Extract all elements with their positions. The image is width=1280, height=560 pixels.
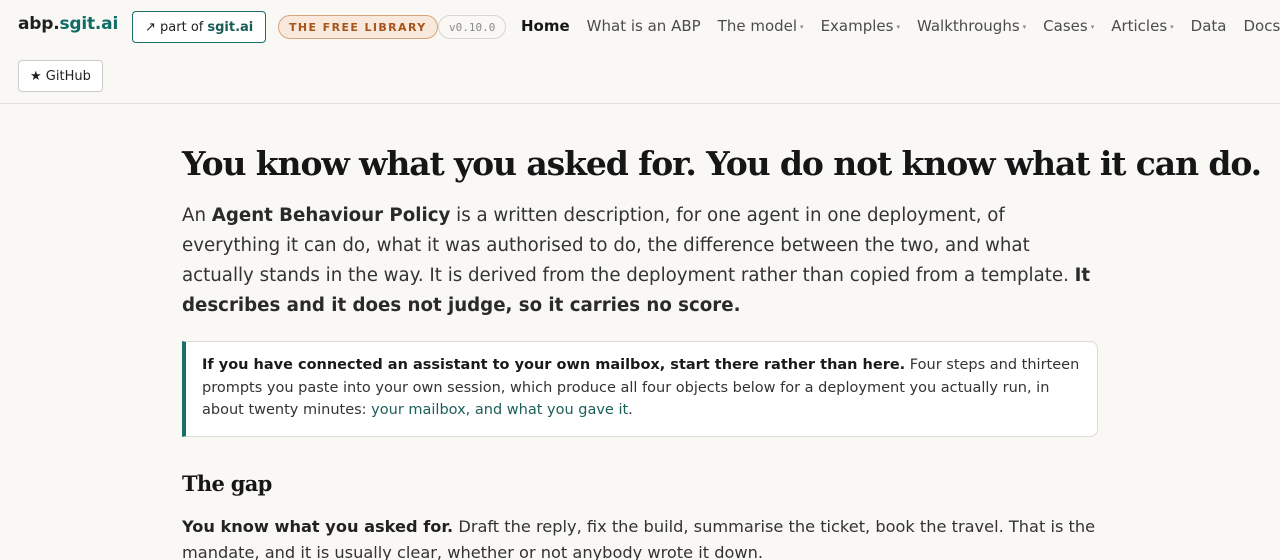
brand-accent: sgit.ai bbox=[59, 14, 119, 34]
nav-item-label: Walkthroughs bbox=[916, 17, 1020, 35]
chevron-down-icon: ▾ bbox=[1022, 23, 1027, 31]
page-title: You know what you asked for. You do not … bbox=[182, 144, 1262, 183]
nav-item-label: Home bbox=[521, 17, 570, 35]
nav-item-cases[interactable]: Cases ▾ bbox=[1043, 17, 1094, 35]
nav-item-data[interactable]: Data bbox=[1191, 17, 1227, 35]
chevron-down-icon: ▾ bbox=[800, 23, 804, 31]
github-button[interactable]: ★ GitHub bbox=[18, 60, 103, 92]
version-badge: v0.10.0 bbox=[438, 15, 507, 39]
mailbox-callout: If you have connected an assistant to yo… bbox=[182, 341, 1098, 437]
intro-term: Agent Behaviour Policy bbox=[211, 205, 451, 226]
nav-item-label: What is an ABP bbox=[586, 17, 701, 35]
nav-item-label: Examples bbox=[820, 17, 894, 35]
gap-bold: You know what you asked for. bbox=[182, 516, 454, 536]
nav-item-docs[interactable]: Docs▾ bbox=[1243, 17, 1280, 35]
top-navigation-bar: abp.sgit.ai ↗ part of sgit.ai THE FREE L… bbox=[0, 0, 1280, 104]
part-of-site: sgit.ai bbox=[207, 19, 254, 35]
mailbox-walkthrough-link[interactable]: your mailbox, and what you gave it bbox=[371, 402, 628, 418]
nav-item-what-is-an-abp[interactable]: What is an ABP bbox=[587, 17, 701, 35]
chevron-down-icon: ▾ bbox=[1090, 23, 1095, 31]
part-of-label: ↗ part of bbox=[145, 19, 204, 35]
nav-item-examples[interactable]: Examples ▾ bbox=[821, 17, 900, 35]
nav-item-articles[interactable]: Articles ▾ bbox=[1111, 17, 1173, 35]
nav-item-walkthroughs[interactable]: Walkthroughs ▾ bbox=[917, 17, 1026, 35]
main-nav: Home What is an ABP The model ▾ Examples ▾ Wal… bbox=[521, 17, 1280, 35]
part-of-sgit-link[interactable]: ↗ part of sgit.ai bbox=[132, 11, 267, 43]
site-logo[interactable]: abp.sgit.ai bbox=[18, 14, 118, 34]
chevron-down-icon: ▾ bbox=[1170, 23, 1174, 31]
brand-prefix: abp. bbox=[18, 14, 60, 34]
free-library-badge: THE FREE LIBRARY bbox=[278, 15, 438, 39]
nav-item-label: The model bbox=[717, 17, 798, 35]
callout-tail: . bbox=[628, 402, 633, 418]
callout-bold: If you have connected an assistant to yo… bbox=[202, 357, 906, 373]
nav-item-home[interactable]: Home bbox=[521, 17, 570, 35]
main-content: You know what you asked for. You do not … bbox=[182, 140, 1262, 560]
gap-paragraph: You know what you asked for. Draft the r… bbox=[182, 514, 1098, 560]
nav-item-label: Articles bbox=[1111, 17, 1168, 35]
intro-lead: An bbox=[182, 205, 212, 226]
chevron-down-icon: ▾ bbox=[896, 23, 900, 31]
nav-item-label: Cases bbox=[1043, 17, 1088, 35]
nav-item-label: Data bbox=[1190, 17, 1227, 35]
intro-paragraph: An Agent Behaviour Policy is a written d… bbox=[182, 201, 1098, 321]
nav-item-the-model[interactable]: The model ▾ bbox=[718, 17, 804, 35]
section-heading-the-gap: The gap bbox=[182, 470, 272, 496]
nav-item-label: Docs bbox=[1243, 17, 1280, 35]
